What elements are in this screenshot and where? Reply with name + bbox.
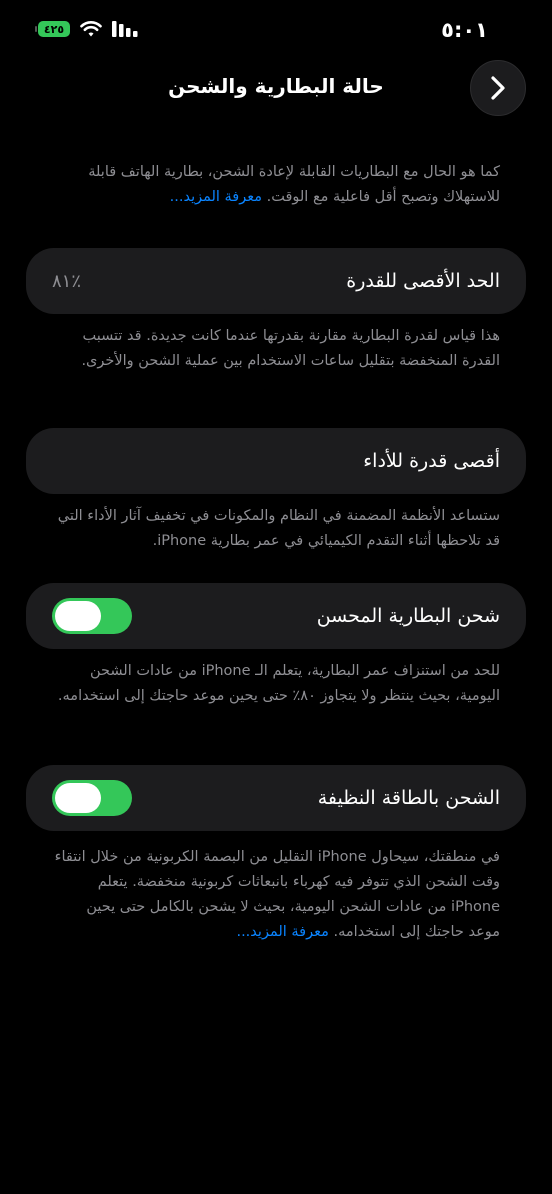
optimized-charging-description: للحد من استنزاف عمر البطارية، يتعلم الـ …: [57, 663, 500, 704]
status-bar: ٤٢٥ ٥:٠١: [0, 0, 552, 60]
back-button[interactable]: [470, 60, 526, 116]
max-capacity-row: الحد الأقصى للقدرة ٪٨١: [26, 248, 526, 314]
toggle-knob: [55, 783, 101, 813]
learn-more-link[interactable]: معرفة المزيد...: [170, 189, 262, 205]
peak-performance-description: ستساعد الأنظمة المضمنة في النظام والمكون…: [57, 508, 500, 549]
chevron-right-icon: [491, 76, 505, 100]
max-capacity-value: ٪٨١: [52, 270, 82, 292]
max-capacity-description: هذا قياس لقدرة البطارية مقارنة بقدرتها ع…: [81, 328, 500, 369]
optimized-charging-row: شحن البطارية المحسن: [26, 583, 526, 649]
wifi-icon: [80, 21, 102, 37]
battery-icon: ٤٢٥: [35, 21, 70, 37]
clean-energy-charging-label: الشحن بالطاقة النظيفة: [317, 787, 500, 809]
navigation-bar: حالة البطارية والشحن: [0, 60, 552, 120]
clean-energy-learn-more-link[interactable]: معرفة المزيد...: [236, 924, 328, 940]
clean-energy-description: في منطقتك، سيحاول iPhone التقليل من البص…: [0, 845, 552, 945]
toggle-knob: [55, 601, 101, 631]
peak-performance-row[interactable]: أقصى قدرة للأداء: [26, 428, 526, 494]
settings-content: كما هو الحال مع البطاريات القابلة لإعادة…: [26, 160, 526, 945]
clean-energy-charging-row: الشحن بالطاقة النظيفة: [26, 765, 526, 831]
status-icons: ٤٢٥: [35, 20, 138, 38]
peak-performance-label: أقصى قدرة للأداء: [363, 450, 500, 472]
clean-energy-charging-toggle[interactable]: [52, 780, 132, 816]
max-capacity-label: الحد الأقصى للقدرة: [346, 270, 500, 292]
intro-note: كما هو الحال مع البطاريات القابلة لإعادة…: [0, 160, 552, 240]
intro-text: كما هو الحال مع البطاريات القابلة لإعادة…: [88, 164, 500, 205]
optimized-charging-toggle[interactable]: [52, 598, 132, 634]
battery-level: ٤٢٥: [43, 22, 65, 36]
cellular-signal-icon: [112, 21, 138, 37]
status-time: ٥:٠١: [441, 18, 488, 42]
optimized-charging-label: شحن البطارية المحسن: [316, 605, 500, 627]
